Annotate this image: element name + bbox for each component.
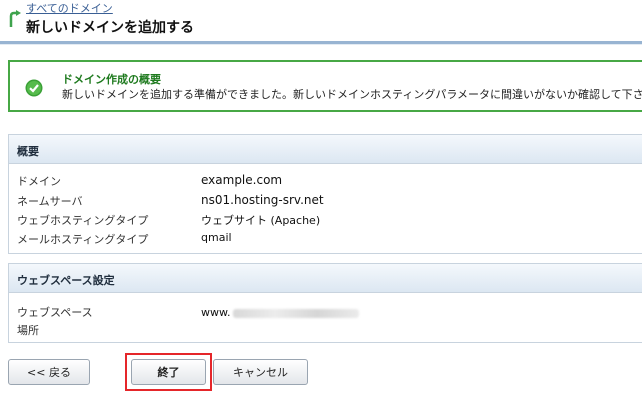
message-title: ドメイン作成の概要 bbox=[62, 73, 161, 86]
web-hosting-type-label: ウェブホスティングタイプ bbox=[17, 214, 149, 227]
check-icon bbox=[25, 79, 43, 97]
finish-button[interactable]: 終了 bbox=[131, 359, 206, 385]
page-header: すべてのドメイン 新しいドメインを追加する bbox=[0, 0, 642, 44]
breadcrumb-all-domains[interactable]: すべてのドメイン bbox=[26, 0, 113, 16]
mail-hosting-type-value: qmail bbox=[201, 231, 232, 244]
webspace-label: ウェブスペース bbox=[17, 306, 93, 319]
nameserver-value: ns01.hosting-srv.net bbox=[201, 193, 324, 207]
page-title: 新しいドメインを追加する bbox=[26, 20, 194, 36]
webspace-value: www. bbox=[201, 306, 360, 319]
success-message: ドメイン作成の概要 新しいドメインを追加する準備ができました。新しいドメインホス… bbox=[8, 60, 642, 112]
domain-label: ドメイン bbox=[17, 175, 61, 188]
header-divider-shadow bbox=[0, 44, 642, 45]
nameserver-label: ネームサーバ bbox=[17, 195, 83, 208]
cancel-button[interactable]: キャンセル bbox=[213, 359, 308, 385]
back-button[interactable]: << 戻る bbox=[8, 359, 90, 385]
webspace-heading: ウェブスペース設定 bbox=[9, 264, 642, 293]
summary-heading: 概要 bbox=[9, 135, 642, 164]
web-hosting-type-value: ウェブサイト (Apache) bbox=[201, 214, 321, 227]
domain-value: example.com bbox=[201, 173, 283, 187]
webspace-value-prefix: www. bbox=[201, 306, 231, 319]
webspace-section: ウェブスペース設定 ウェブスペース 場所 www. bbox=[8, 263, 642, 343]
summary-section: 概要 ドメイン example.com ネームサーバ ns01.hosting-… bbox=[8, 134, 642, 254]
message-text: 新しいドメインを追加する準備ができました。新しいドメインホスティングパラメータに… bbox=[62, 88, 642, 101]
back-arrow-icon[interactable] bbox=[8, 10, 22, 28]
webspace-label-location: 場所 bbox=[17, 324, 39, 337]
redacted-hostname bbox=[233, 308, 360, 318]
mail-hosting-type-label: メールホスティングタイプ bbox=[17, 233, 149, 246]
